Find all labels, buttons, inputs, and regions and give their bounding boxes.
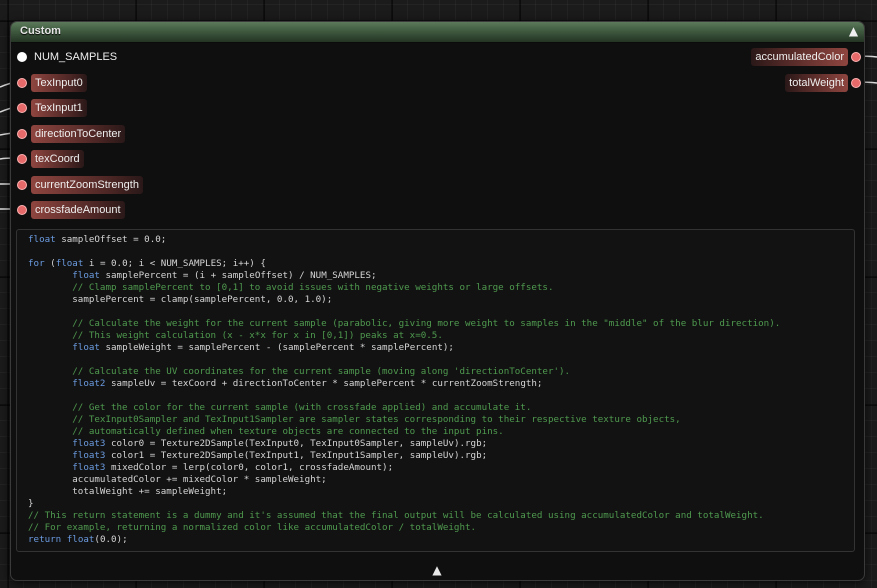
code-line[interactable]: // Calculate the UV coordinates for the … [28, 366, 570, 377]
code-line[interactable]: for (float i = 0.0; i < NUM_SAMPLES; i++… [28, 258, 266, 269]
code-line[interactable]: float samplePercent = (i + sampleOffset)… [28, 270, 376, 281]
code-line[interactable]: accumulatedColor += mixedColor * sampleW… [28, 474, 326, 485]
pin-label: crossfadeAmount [31, 201, 125, 219]
code-line[interactable]: // This return statement is a dummy and … [28, 510, 764, 521]
custom-node[interactable]: Custom ▲ NUM_SAMPLES TexInput0 TexInput1… [10, 21, 865, 581]
pin-icon[interactable] [17, 154, 27, 164]
code-line[interactable]: } [28, 498, 34, 509]
code-line[interactable]: samplePercent = clamp(samplePercent, 0.0… [28, 294, 332, 305]
pin-label: NUM_SAMPLES [34, 51, 118, 63]
node-header[interactable]: Custom ▲ [11, 22, 864, 43]
output-pin-accumulated-color[interactable]: accumulatedColor [664, 48, 864, 66]
pin-label: TexInput1 [31, 99, 87, 117]
pin-icon[interactable] [17, 180, 27, 190]
code-line[interactable]: float3 color0 = Texture2DSample(TexInput… [28, 438, 487, 449]
exec-pin-icon[interactable] [17, 52, 27, 62]
chevron-up-icon[interactable]: ▲ [427, 562, 447, 578]
code-line[interactable]: float sampleWeight = samplePercent - (sa… [28, 342, 454, 353]
pin-label: texCoord [31, 150, 84, 168]
pin-icon[interactable] [17, 78, 27, 88]
code-line[interactable]: // automatically defined when texture ob… [28, 426, 503, 437]
code-line[interactable]: float sampleOffset = 0.0; [28, 234, 166, 245]
code-line[interactable]: // Clamp samplePercent to [0,1] to avoid… [28, 282, 553, 293]
node-title: Custom [20, 25, 61, 37]
chevron-up-icon[interactable]: ▲ [846, 24, 861, 39]
code-editor[interactable]: float sampleOffset = 0.0; for (float i =… [16, 229, 855, 552]
code-line[interactable]: // For example, returning a normalized c… [28, 522, 476, 533]
pin-icon[interactable] [17, 129, 27, 139]
output-pin-total-weight[interactable]: totalWeight [664, 74, 864, 92]
pin-label: TexInput0 [31, 74, 87, 92]
code-text[interactable]: float sampleOffset = 0.0; for (float i =… [28, 234, 854, 546]
pin-label: totalWeight [785, 74, 848, 92]
pin-icon[interactable] [851, 78, 861, 88]
code-line[interactable]: float2 sampleUv = texCoord + directionTo… [28, 378, 542, 389]
code-line[interactable]: float3 mixedColor = lerp(color0, color1,… [28, 462, 393, 473]
code-line[interactable]: // Get the color for the current sample … [28, 402, 531, 413]
code-line[interactable]: // TexInput0Sampler and TexInput1Sampler… [28, 414, 680, 425]
pin-label: currentZoomStrength [31, 176, 143, 194]
code-line[interactable]: return float(0.0); [28, 534, 128, 545]
code-line[interactable]: totalWeight += sampleWeight; [28, 486, 227, 497]
pin-icon[interactable] [17, 205, 27, 215]
pin-icon[interactable] [851, 52, 861, 62]
pin-label: directionToCenter [31, 125, 126, 143]
code-line[interactable]: float3 color1 = Texture2DSample(TexInput… [28, 450, 487, 461]
pin-label: accumulatedColor [751, 48, 848, 66]
code-line[interactable]: // Calculate the weight for the current … [28, 318, 780, 329]
code-line[interactable]: // This weight calculation (x - x*x for … [28, 330, 443, 341]
pin-icon[interactable] [17, 103, 27, 113]
